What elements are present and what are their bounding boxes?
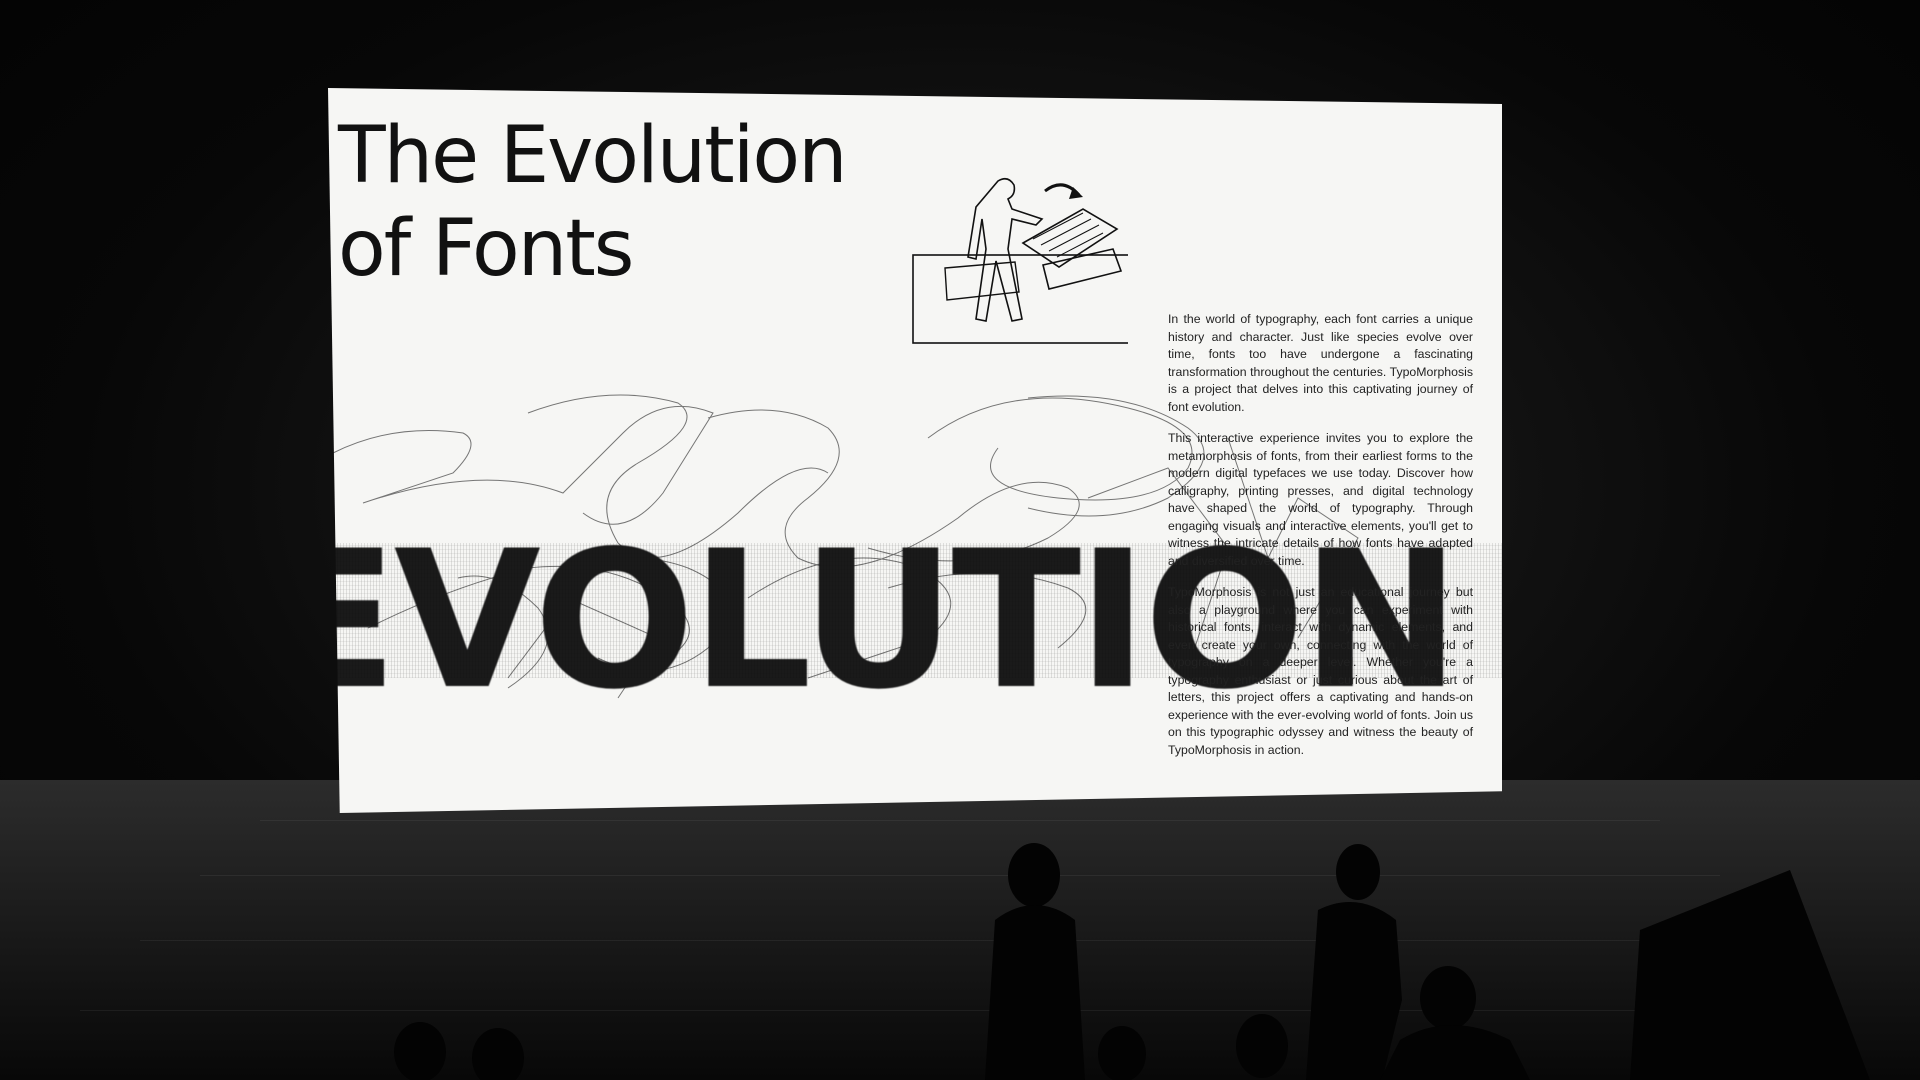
printing-press-illustration bbox=[912, 177, 1128, 344]
audience-silhouettes bbox=[394, 843, 1870, 1080]
body-paragraph: In the world of typography, each font ca… bbox=[1168, 312, 1473, 414]
body-paragraph: TypoMorphosis is not just an educational… bbox=[1168, 585, 1473, 757]
slide-title: The Evolution of Fonts bbox=[338, 110, 958, 296]
slide-title-line-2: of Fonts bbox=[338, 204, 634, 294]
projection-screen: The Evolution of Fonts EVOLUTION bbox=[328, 88, 1502, 813]
slide-title-line-1: The Evolution bbox=[338, 111, 848, 201]
body-text-column: In the world of typography, each font ca… bbox=[1168, 311, 1473, 773]
body-paragraph: This interactive experience invites you … bbox=[1168, 431, 1473, 568]
